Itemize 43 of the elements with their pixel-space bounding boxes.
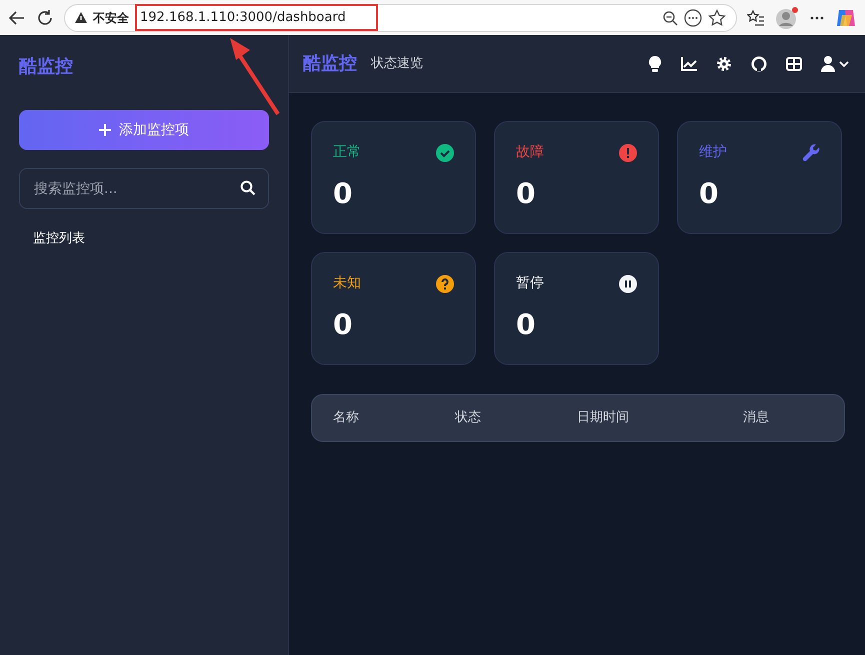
more-icon[interactable]	[684, 8, 702, 26]
url-text[interactable]: 192.168.1.110:3000/dashboard	[135, 4, 378, 32]
star-icon[interactable]	[708, 8, 726, 26]
section-title: 监控列表	[33, 230, 86, 248]
status-count: 0	[516, 307, 536, 343]
column-header: 名称	[333, 409, 360, 428]
user-icon[interactable]	[821, 56, 851, 72]
settings-icon[interactable]	[716, 56, 732, 72]
favorites-icon[interactable]	[747, 8, 765, 26]
header-brand: 酷监控	[303, 52, 357, 76]
add-monitor-button[interactable]: 添加监控项	[19, 110, 269, 150]
status-label: 故障	[516, 143, 544, 162]
status-label: 暂停	[516, 274, 544, 293]
zoom-out-icon[interactable]	[662, 10, 678, 26]
question-icon	[436, 274, 454, 292]
status-label: 正常	[333, 143, 361, 162]
profile-avatar[interactable]	[775, 6, 799, 30]
plus-icon	[99, 124, 111, 136]
column-header: 状态	[455, 409, 482, 428]
column-header: 日期时间	[577, 409, 630, 428]
page-subtitle: 状态速览	[371, 54, 423, 73]
address-bar[interactable]: 不安全 192.168.1.110:3000/dashboard	[64, 4, 737, 32]
chart-icon[interactable]	[681, 56, 697, 70]
wrench-icon	[802, 144, 820, 162]
status-count: 0	[333, 176, 354, 212]
warning-icon	[75, 12, 87, 24]
pause-icon	[619, 274, 637, 292]
bulb-icon[interactable]	[648, 56, 662, 72]
status-count: 0	[699, 176, 720, 212]
security-label[interactable]: 不安全	[93, 8, 129, 26]
column-header: 消息	[743, 409, 770, 428]
status-label: 未知	[333, 274, 361, 293]
reload-icon[interactable]	[36, 8, 54, 26]
sidebar-brand: 酷监控	[19, 55, 74, 79]
search-field[interactable]: 搜索监控项...	[19, 168, 269, 209]
status-count: 0	[516, 176, 536, 212]
alert-icon	[619, 144, 637, 162]
status-count: 0	[333, 307, 354, 343]
status-label: 维护	[699, 143, 727, 162]
grid-icon[interactable]	[786, 56, 802, 70]
check-circle-icon	[436, 144, 454, 162]
search-icon[interactable]	[240, 180, 256, 196]
back-icon[interactable]	[8, 8, 26, 26]
